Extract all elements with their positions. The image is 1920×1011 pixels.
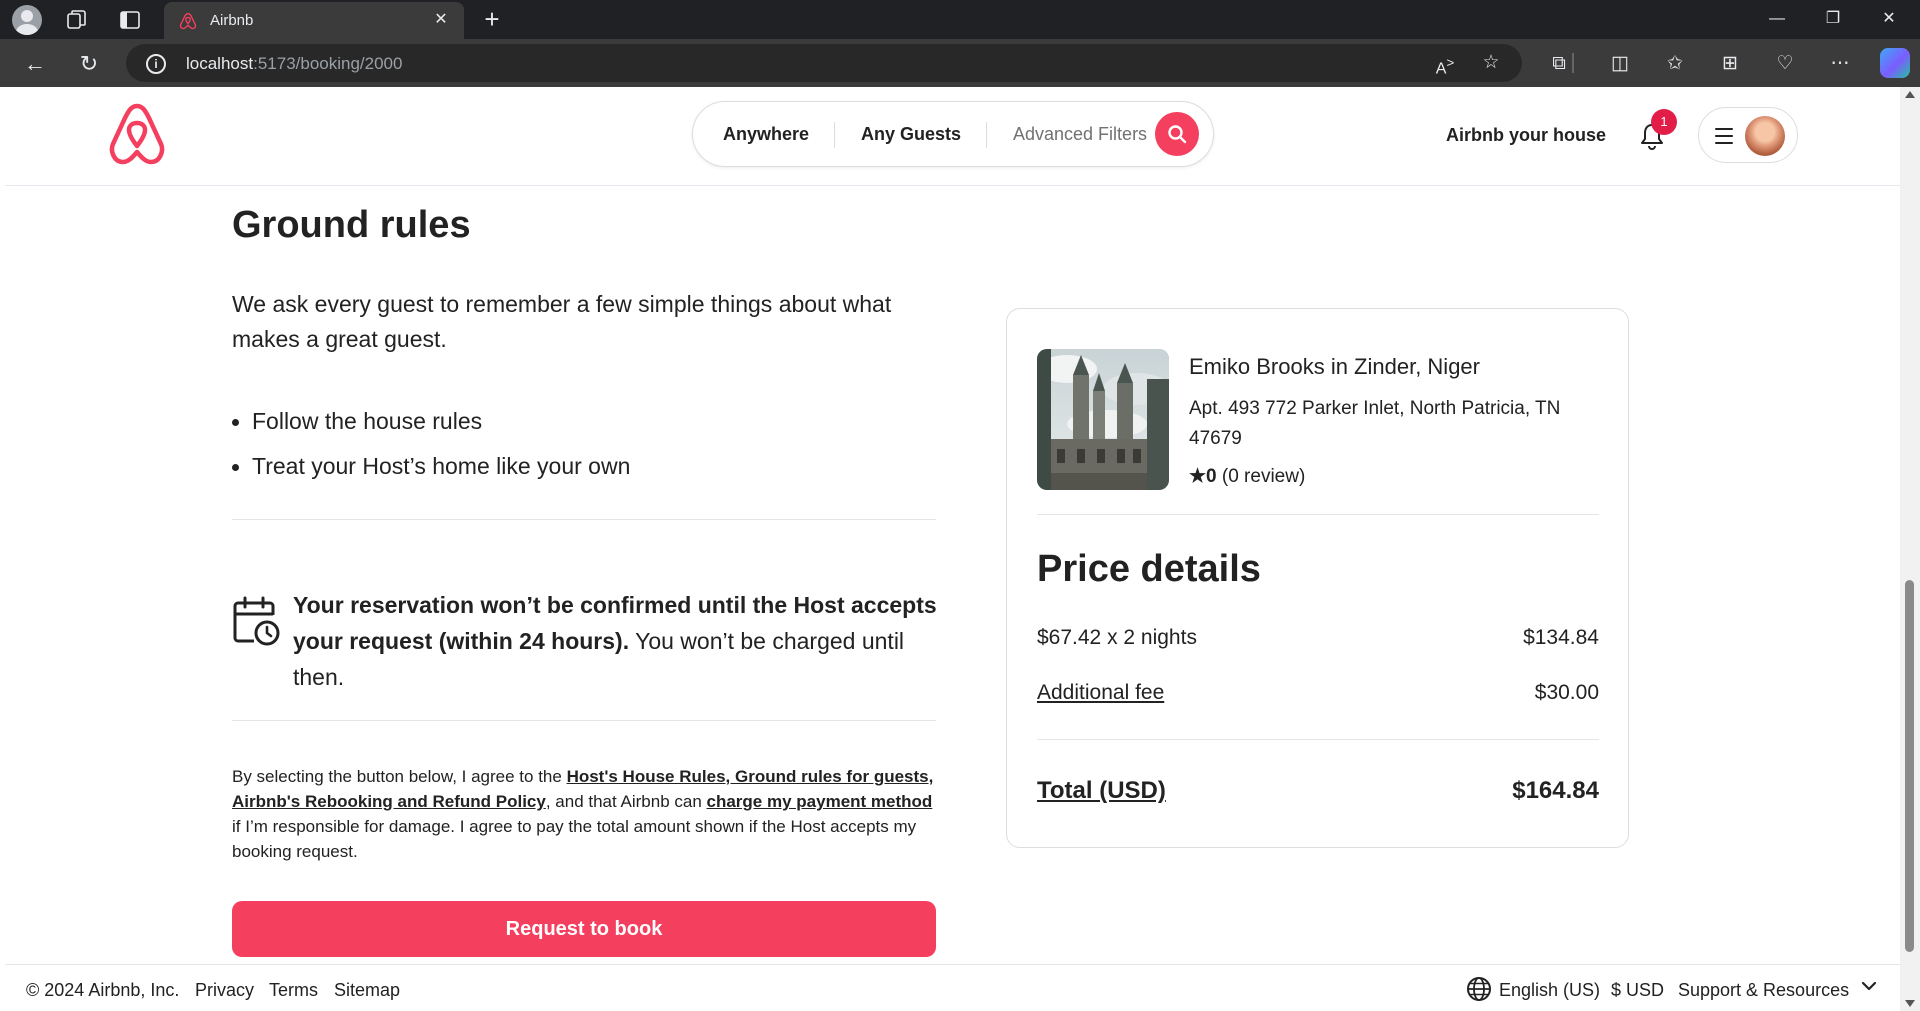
list-item: Follow the house rules: [232, 399, 630, 444]
airbnb-favicon-icon: [179, 12, 197, 30]
close-window-icon[interactable]: ✕: [1866, 4, 1912, 34]
listing-image: [1037, 349, 1169, 490]
booking-summary-card: Emiko Brooks in Zinder, Niger Apt. 493 7…: [1006, 308, 1629, 848]
notification-badge: 1: [1651, 109, 1677, 135]
nights-value: $134.84: [1523, 626, 1599, 649]
price-row-total: Total (USD) $164.84: [1037, 777, 1599, 809]
charge-payment-link[interactable]: charge my payment method: [707, 792, 933, 811]
collections-icon[interactable]: ⊞: [1717, 51, 1743, 77]
page-viewport: Anywhere Any Guests Advanced Filters Air…: [5, 87, 1900, 1011]
favorites-icon[interactable]: ✩: [1662, 51, 1688, 77]
ground-rules-list: Follow the house rules Treat your Host’s…: [232, 399, 630, 489]
privacy-link[interactable]: Privacy: [195, 980, 254, 1001]
total-label[interactable]: Total (USD): [1037, 777, 1166, 805]
restore-icon[interactable]: ❐: [1810, 4, 1856, 34]
divider: [232, 519, 936, 520]
price-row-fee: Additional fee $30.00: [1037, 681, 1599, 711]
extensions-icon[interactable]: ⧉: [1546, 51, 1572, 77]
split-screen-icon[interactable]: ◫: [1607, 51, 1633, 77]
search-button[interactable]: [1155, 112, 1199, 156]
globe-icon[interactable]: [1466, 976, 1492, 1002]
browser-tab[interactable]: Airbnb ✕: [164, 2, 464, 39]
read-aloud-icon[interactable]: A>: [1432, 50, 1458, 77]
browser-title-bar: Airbnb ✕ + — ❐ ✕: [0, 0, 1920, 39]
ground-rules-intro: We ask every guest to remember a few sim…: [232, 291, 892, 352]
search-any-guests[interactable]: Any Guests: [861, 124, 961, 145]
review-count: (0 review): [1216, 466, 1306, 487]
price-row-nights: $67.42 x 2 nights $134.84: [1037, 626, 1599, 656]
airbnb-your-house-link[interactable]: Airbnb your house: [1446, 125, 1606, 146]
request-to-book-button[interactable]: Request to book: [232, 901, 936, 957]
refresh-icon[interactable]: ↻: [74, 49, 104, 79]
reservation-note: Your reservation won’t be confirmed unti…: [293, 592, 937, 690]
search-separator: [834, 122, 835, 148]
sitemap-link[interactable]: Sitemap: [334, 980, 400, 1001]
avatar: [1745, 116, 1785, 156]
copilot-icon[interactable]: [1880, 48, 1910, 78]
star-rating: ★0: [1189, 466, 1217, 487]
search-anywhere[interactable]: Anywhere: [723, 124, 809, 145]
browser-toolbar: ← ↻ i localhost:5173/booking/2000 A> ☆ ⧉…: [0, 39, 1920, 87]
copyright: © 2024 Airbnb, Inc.: [26, 980, 180, 1000]
airbnb-logo-icon[interactable]: [105, 102, 169, 168]
calendar-clock-icon: [233, 596, 280, 646]
price-details-title: Price details: [1037, 548, 1261, 590]
menu-icon: [1715, 128, 1733, 149]
total-value: $164.84: [1512, 777, 1599, 804]
language-selector[interactable]: English (US): [1499, 980, 1600, 1001]
tab-close-icon[interactable]: ✕: [430, 9, 452, 31]
search-bar[interactable]: Anywhere Any Guests Advanced Filters: [692, 101, 1214, 167]
page-scrollbar[interactable]: [1900, 87, 1920, 1011]
tab-title: Airbnb: [210, 12, 254, 29]
site-footer: © 2024 Airbnb, Inc. Privacy Terms Sitema…: [5, 964, 1900, 1011]
scroll-up-icon[interactable]: [1905, 91, 1915, 98]
listing-title: Emiko Brooks in Zinder, Niger: [1189, 354, 1480, 379]
minimize-icon[interactable]: —: [1754, 4, 1800, 34]
scroll-thumb[interactable]: [1905, 580, 1914, 952]
url-text[interactable]: localhost:5173/booking/2000: [186, 54, 402, 74]
favorite-icon[interactable]: ☆: [1478, 50, 1504, 76]
profile-icon[interactable]: [12, 5, 42, 35]
scroll-down-icon[interactable]: [1905, 1000, 1915, 1007]
search-icon: [1168, 125, 1187, 144]
fee-value: $30.00: [1534, 681, 1599, 704]
site-header: Anywhere Any Guests Advanced Filters Air…: [5, 87, 1900, 186]
back-icon[interactable]: ←: [20, 49, 50, 79]
tab-actions-icon[interactable]: [118, 8, 142, 32]
search-separator: [986, 122, 987, 148]
terms-link[interactable]: Terms: [269, 980, 318, 1001]
divider: [232, 720, 936, 721]
more-icon[interactable]: ⋯: [1827, 51, 1853, 77]
divider: [1037, 739, 1599, 740]
address-bar[interactable]: i localhost:5173/booking/2000 A> ☆: [126, 44, 1522, 82]
workspaces-icon[interactable]: [65, 8, 89, 32]
chevron-down-icon[interactable]: [1861, 978, 1877, 994]
legal-agreement-text: By selecting the button below, I agree t…: [232, 767, 934, 861]
ground-rules-title: Ground rules: [232, 204, 471, 246]
nights-label: $67.42 x 2 nights: [1037, 626, 1197, 649]
currency-selector[interactable]: $ USD: [1611, 980, 1664, 1001]
user-menu-button[interactable]: [1698, 107, 1798, 163]
additional-fee-link[interactable]: Additional fee: [1037, 681, 1164, 705]
divider: [1037, 514, 1599, 515]
search-advanced-filters[interactable]: Advanced Filters: [1013, 124, 1147, 145]
support-resources-link[interactable]: Support & Resources: [1678, 980, 1849, 1001]
new-tab-icon[interactable]: +: [478, 6, 506, 34]
info-icon[interactable]: i: [146, 54, 166, 74]
listing-rating: ★0 (0 review): [1189, 465, 1305, 488]
listing-address: Apt. 493 772 Parker Inlet, North Patrici…: [1189, 398, 1561, 449]
health-icon[interactable]: ♡: [1772, 51, 1798, 77]
list-item: Treat your Host’s home like your own: [232, 444, 630, 489]
